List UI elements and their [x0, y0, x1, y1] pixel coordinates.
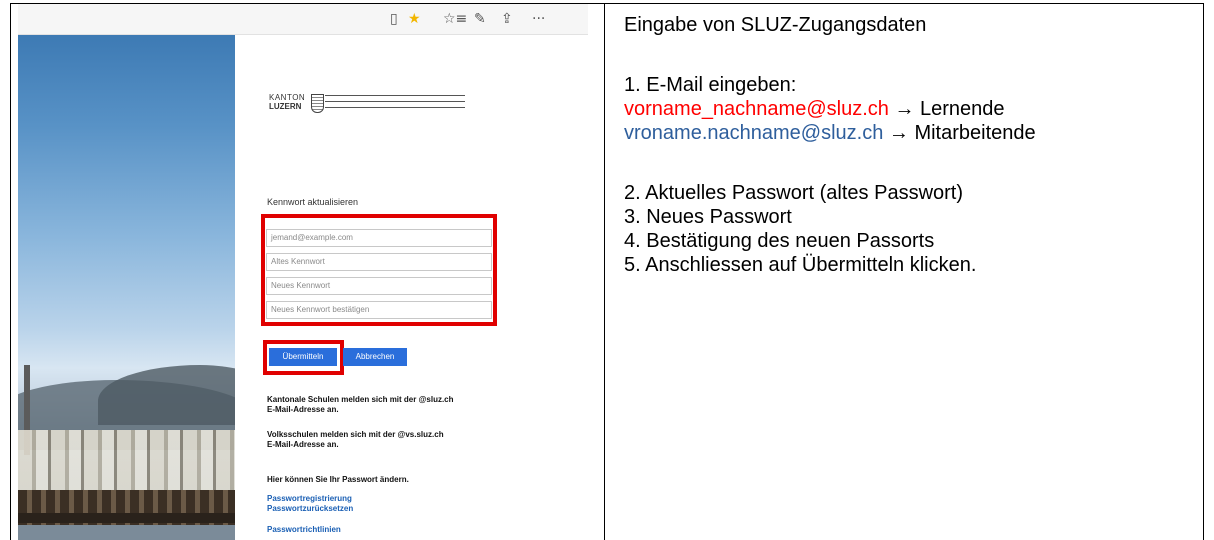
form-title: Kennwort aktualisieren: [267, 197, 359, 207]
step-4: 4. Bestätigung des neuen Passorts: [624, 230, 935, 252]
student-role: Lernende: [920, 98, 1005, 120]
info-cantonal-line2: E-Mail-Adresse an.: [267, 405, 339, 414]
browser-toolbar: ▯ ★ ☆≡ ✎ ⇪ ···: [18, 4, 588, 35]
link-password-policy[interactable]: Passwortrichtlinien: [267, 525, 341, 535]
share-icon[interactable]: ⇪: [501, 10, 513, 28]
more-icon[interactable]: ···: [532, 10, 545, 28]
arrow-right-icon: →: [894, 98, 915, 120]
old-password-field[interactable]: Altes Kennwort: [266, 253, 492, 271]
submit-button[interactable]: Übermitteln: [269, 348, 337, 366]
instructions-title: Eingabe von SLUZ-Zugangsdaten: [624, 14, 927, 36]
student-email-example: vorname_nachname@sluz.ch: [624, 98, 889, 120]
info-cantonal-line1: Kantonale Schulen melden sich mit der @s…: [267, 395, 454, 404]
arrow-right-icon: →: [888, 122, 909, 144]
info-elementary-line2: E-Mail-Adresse an.: [267, 440, 339, 449]
confirm-password-field[interactable]: Neues Kennwort bestätigen: [266, 301, 492, 319]
new-password-field[interactable]: Neues Kennwort: [266, 277, 492, 295]
info-change-password: Hier können Sie Ihr Passwort ändern.: [267, 475, 409, 484]
step-5: 5. Anschliessen auf Übermitteln klicken.: [624, 254, 977, 276]
step-1: 1. E-Mail eingeben:: [624, 74, 797, 96]
link-password-reset[interactable]: Passwortzurücksetzen: [267, 504, 353, 514]
favorites-list-icon[interactable]: ☆≡: [443, 10, 467, 28]
step-2: 2. Aktuelles Passwort (altes Passwort): [624, 182, 964, 204]
kanton-luzern-logo: KANTON LUZERN: [269, 93, 465, 123]
lucerne-landscape-image: [18, 35, 235, 540]
cancel-button[interactable]: Abbrechen: [343, 348, 407, 366]
step-3: 3. Neues Passwort: [624, 206, 792, 228]
shield-icon: [311, 94, 324, 113]
email-field[interactable]: jemand@example.com: [266, 229, 492, 247]
link-password-registration[interactable]: Passwortregistrierung: [267, 494, 352, 504]
login-panel: KANTON LUZERN Kennwort aktualisieren jem…: [235, 35, 588, 540]
staff-email-example: vroname.nachname@sluz.ch: [624, 122, 884, 144]
favorite-star-icon[interactable]: ★: [408, 10, 421, 28]
staff-role: Mitarbeitende: [914, 122, 1036, 144]
student-email-line: vorname_nachname@sluz.ch → Lernende: [624, 97, 1005, 121]
password-page-screenshot: ▯ ★ ☆≡ ✎ ⇪ ··· KANTON LUZERN Kennwort ak…: [18, 4, 588, 540]
info-elementary-line1: Volksschulen melden sich mit der @vs.slu…: [267, 430, 444, 439]
table-divider: [604, 3, 605, 540]
reading-view-icon[interactable]: ▯: [390, 10, 398, 28]
staff-email-line: vroname.nachname@sluz.ch → Mitarbeitende: [624, 121, 1036, 145]
pen-icon[interactable]: ✎: [474, 10, 486, 28]
